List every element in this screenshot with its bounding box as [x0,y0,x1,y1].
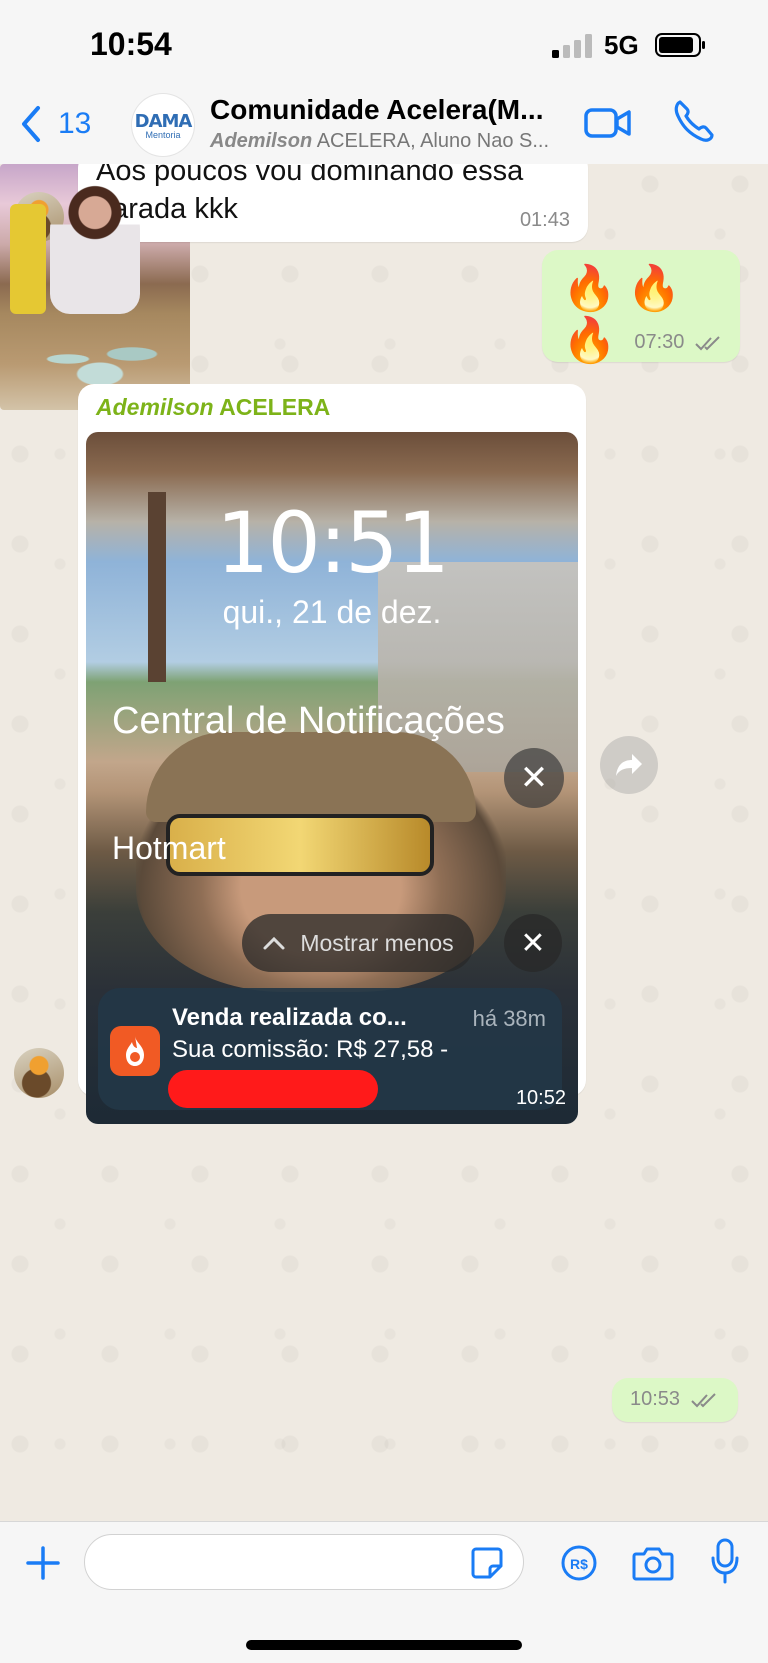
message-time: 01:43 [519,209,570,231]
chat-subtitle: Ademilson ACELERA, Aluno Nao S... [210,130,549,153]
message-incoming-image[interactable]: Ademilson ACELERA 10:51 qui., 21 de dez.… [78,384,586,1124]
video-call-icon[interactable] [584,102,632,142]
message-outgoing-meta: 10:53 [612,1378,738,1422]
home-indicator [246,1640,522,1650]
group-avatar-sub: Mentoria [145,129,181,140]
read-ticks-icon [695,336,720,351]
notification-title: Venda realizada co... [172,1004,407,1031]
show-less-label: Mostrar menos [300,929,454,956]
message-meta: 07:30 [634,331,722,354]
phone-icon[interactable] [672,98,714,144]
redaction-mark [168,1070,378,1108]
sender-name: Ademilson [96,394,214,420]
gif-money [20,334,180,384]
chevron-left-icon [22,106,40,142]
chat-area[interactable]: Aos poucos vou dominando essa parada kkk… [0,164,768,1521]
svg-text:R$: R$ [570,1556,588,1572]
close-icon: ✕ [504,748,564,808]
message-sender: Ademilson ACELERA [96,394,330,421]
forward-button[interactable] [600,736,658,794]
unread-count: 13 [58,107,92,140]
sender-suffix: ACELERA [219,394,331,420]
message-time: 10:52 [515,1087,566,1109]
subtitle-member-name: Ademilson [210,130,313,152]
microphone-icon[interactable] [710,1538,740,1584]
lockscreen-date: qui., 21 de dez. [222,594,442,630]
payment-icon[interactable]: R$ [560,1544,598,1582]
photo-cap [146,732,476,822]
gif-person [50,184,140,314]
lockscreen-time: 10:51 [215,494,450,592]
battery-icon [655,33,705,57]
group-avatar-logo: DAMA [134,110,193,132]
sender-avatar[interactable] [14,1048,64,1098]
message-input[interactable] [84,1534,524,1590]
status-time: 10:54 [90,26,172,62]
read-ticks-icon [690,1393,716,1408]
gif-chair [10,204,46,314]
subtitle-members: ACELERA, Aluno Nao S... [316,130,550,152]
chevron-up-icon [263,936,285,950]
notification-app-name: Hotmart [112,830,226,866]
network-label: 5G [604,30,639,60]
message-meta: 10:53 [630,1388,718,1411]
notification-time: há 38m [472,1006,546,1031]
shared-screenshot[interactable]: 10:51 qui., 21 de dez. Central de Notifi… [86,432,578,1124]
notification-card: Venda realizada co... há 38m Sua comissã… [98,988,562,1110]
message-incoming[interactable]: Aos poucos vou dominando essa parada kkk… [78,164,588,242]
back-button[interactable]: 13 [18,104,91,144]
composer-bar: R$ [0,1521,768,1663]
notification-body: Sua comissão: R$ 27,58 - [172,1036,449,1063]
hotmart-flame-icon [110,1026,160,1076]
message-time: 10:53 [630,1388,681,1410]
message-outgoing[interactable]: 🔥🔥🔥 07:30 [542,250,740,365]
notification-center-title: Central de Notificações [112,700,505,742]
plus-icon[interactable] [24,1544,62,1582]
chat-header: 13 DAMA Mentoria Comunidade Acelera(M...… [0,88,768,165]
chat-title[interactable]: Comunidade Acelera(M... [210,94,543,126]
message-text: Aos poucos vou dominando essa parada kkk [96,164,524,225]
signal-icon [552,34,592,58]
group-avatar[interactable]: DAMA Mentoria [132,94,194,156]
share-arrow-icon [616,754,642,776]
sticker-icon[interactable] [470,1546,504,1580]
close-icon: ✕ [504,914,562,972]
message-time: 07:30 [634,331,685,353]
status-bar: 10:54 5G [0,0,768,88]
show-less-pill: Mostrar menos [242,914,474,972]
camera-icon[interactable] [632,1544,674,1582]
